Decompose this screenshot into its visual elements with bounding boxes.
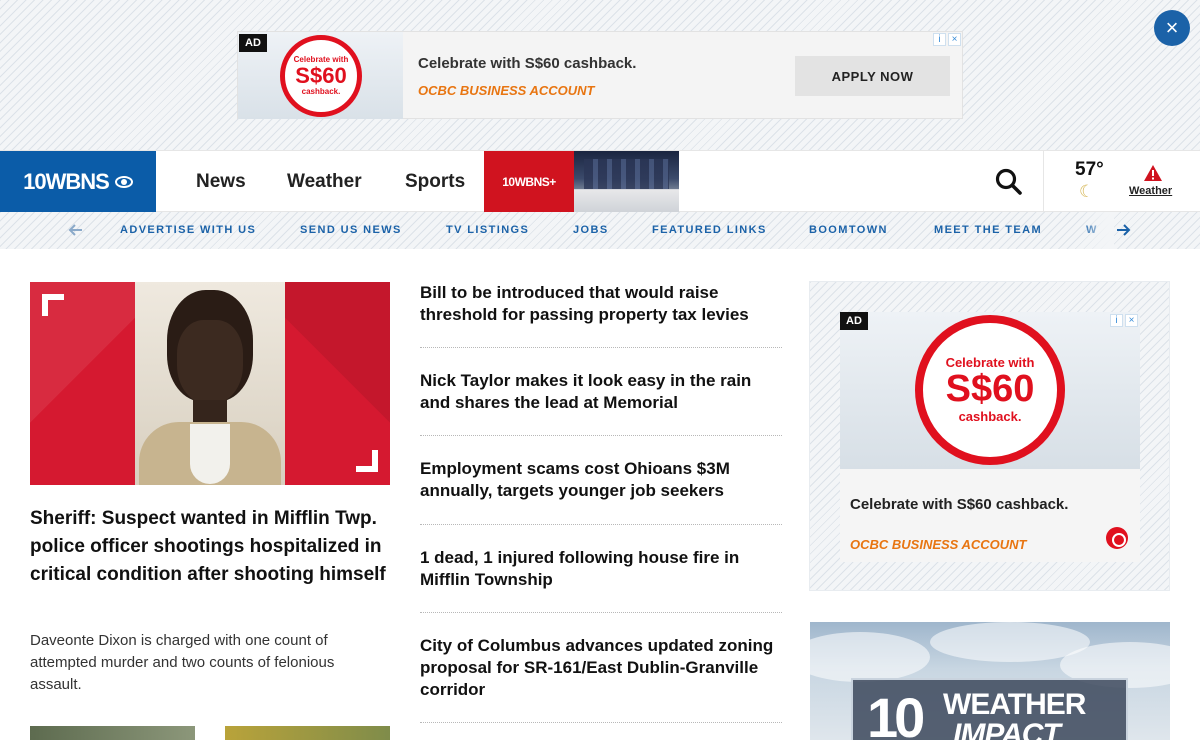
lead-story-image[interactable] — [30, 282, 390, 485]
weather-link[interactable]: Weather — [1129, 185, 1172, 197]
site-logo[interactable]: 10WBNS — [0, 151, 156, 212]
subnav-send-news[interactable]: SEND US NEWS — [300, 224, 402, 236]
divider — [420, 612, 782, 613]
top-banner-ad[interactable]: Celebrate with S$60 cashback. AD Celebra… — [237, 31, 963, 119]
subnav-meet-the-team[interactable]: MEET THE TEAM — [934, 224, 1042, 236]
ad-brand[interactable]: OCBC BUSINESS ACCOUNT — [418, 83, 594, 98]
ad-headline[interactable]: Celebrate with S$60 cashback. — [418, 55, 636, 72]
subnav-jobs[interactable]: JOBS — [573, 224, 609, 236]
arrow-left-icon[interactable] — [67, 221, 85, 239]
adchoices[interactable]: i × — [933, 33, 961, 46]
subnav-boomtown[interactable]: BOOMTOWN — [809, 224, 888, 236]
side-banner-ad[interactable]: Celebrate with S$60 cashback. AD i × Cel… — [840, 312, 1140, 562]
close-icon[interactable]: × — [1154, 10, 1190, 46]
sub-nav: ADVERTISE WITH US SEND US NEWS TV LISTIN… — [0, 212, 1200, 249]
subnav-featured-links[interactable]: FEATURED LINKS — [652, 224, 767, 236]
apply-now-button[interactable]: APPLY NOW — [795, 56, 950, 96]
arrow-right-icon[interactable] — [1114, 221, 1132, 239]
ring-line-2: S$60 — [945, 368, 1035, 411]
nav-sports[interactable]: Sports — [405, 171, 465, 193]
photo-tee — [190, 424, 230, 484]
ad-image: Celebrate with S$60 cashback. — [840, 312, 1140, 469]
corner-bracket-icon — [42, 294, 64, 316]
headline-link[interactable]: Bill to be introduced that would raise t… — [420, 282, 782, 326]
wx-logo-number: 10 — [867, 686, 925, 740]
weather-widget[interactable]: 57° ☾ Weather — [1043, 151, 1200, 212]
info-icon[interactable]: i — [1110, 314, 1123, 327]
info-icon[interactable]: i — [933, 33, 946, 46]
wbns-plus-logo: 10WBNS+ — [484, 151, 574, 212]
wx-logo-word: IMPACT — [953, 718, 1061, 740]
ocbc-logo-icon — [1106, 527, 1128, 549]
top-ad-band: Celebrate with S$60 cashback. AD Celebra… — [0, 0, 1200, 150]
ad-headline[interactable]: Celebrate with S$60 cashback. — [850, 496, 1068, 513]
current-temperature: 57° — [1075, 159, 1104, 180]
close-ad-icon[interactable]: × — [1125, 314, 1138, 327]
cbs-eye-icon — [114, 175, 133, 188]
divider — [420, 435, 782, 436]
subnav-advertise[interactable]: ADVERTISE WITH US — [120, 224, 256, 236]
lead-story-summary: Daveonte Dixon is charged with one count… — [30, 632, 335, 693]
nav-weather[interactable]: Weather — [287, 171, 362, 193]
close-ad-icon[interactable]: × — [948, 33, 961, 46]
headline-link[interactable]: 1 dead, 1 injured following house fire i… — [420, 547, 782, 591]
lead-story-headline[interactable]: Sheriff: Suspect wanted in Mifflin Twp. … — [30, 505, 395, 589]
ring-line-2: S$60 — [295, 63, 347, 89]
corner-bracket-icon — [356, 450, 378, 472]
weather-alert-icon[interactable] — [1143, 164, 1163, 187]
divider — [420, 347, 782, 348]
mugshot-photo — [135, 282, 285, 485]
cashback-badge: Celebrate with S$60 cashback. — [280, 35, 362, 117]
ad-badge: AD — [840, 312, 868, 330]
adchoices[interactable]: i × — [1110, 314, 1138, 327]
cashback-badge: Celebrate with S$60 cashback. — [915, 315, 1065, 465]
divider — [420, 524, 782, 525]
headline-link[interactable]: City of Columbus advances updated zoning… — [420, 635, 782, 701]
wx-logo-word: WEATHER — [943, 688, 1086, 721]
moon-cloud-icon: ☾ — [1079, 182, 1095, 201]
subnav-tv-listings[interactable]: TV LISTINGS — [446, 224, 529, 236]
ad-brand[interactable]: OCBC BUSINESS ACCOUNT — [850, 537, 1026, 552]
weather-impact-promo[interactable]: 10 WEATHER IMPACT — [810, 622, 1170, 740]
main-nav: 10WBNS News Weather Sports 10WBNS+ 57° ☾… — [0, 150, 1200, 212]
story-thumbnail[interactable] — [30, 726, 195, 740]
newsroom-image — [574, 151, 679, 212]
logo-text: 10WBNS — [23, 168, 110, 194]
cloud-shape — [810, 632, 930, 682]
ring-line-3: cashback. — [958, 408, 1022, 424]
photo-face — [177, 320, 243, 404]
weather-impact-logo: 10 WEATHER IMPACT — [851, 678, 1128, 740]
subnav-fade — [1080, 212, 1114, 249]
ad-badge: AD — [239, 34, 267, 52]
divider — [420, 722, 782, 723]
headline-link[interactable]: Nick Taylor makes it look easy in the ra… — [420, 370, 782, 414]
story-thumbnail[interactable] — [225, 726, 390, 740]
wbns-plus-promo[interactable]: 10WBNS+ — [484, 151, 679, 212]
search-icon[interactable] — [994, 167, 1024, 197]
ring-line-3: cashback. — [301, 86, 341, 96]
nav-news[interactable]: News — [196, 171, 246, 193]
headline-link[interactable]: Employment scams cost Ohioans $3M annual… — [420, 458, 782, 502]
